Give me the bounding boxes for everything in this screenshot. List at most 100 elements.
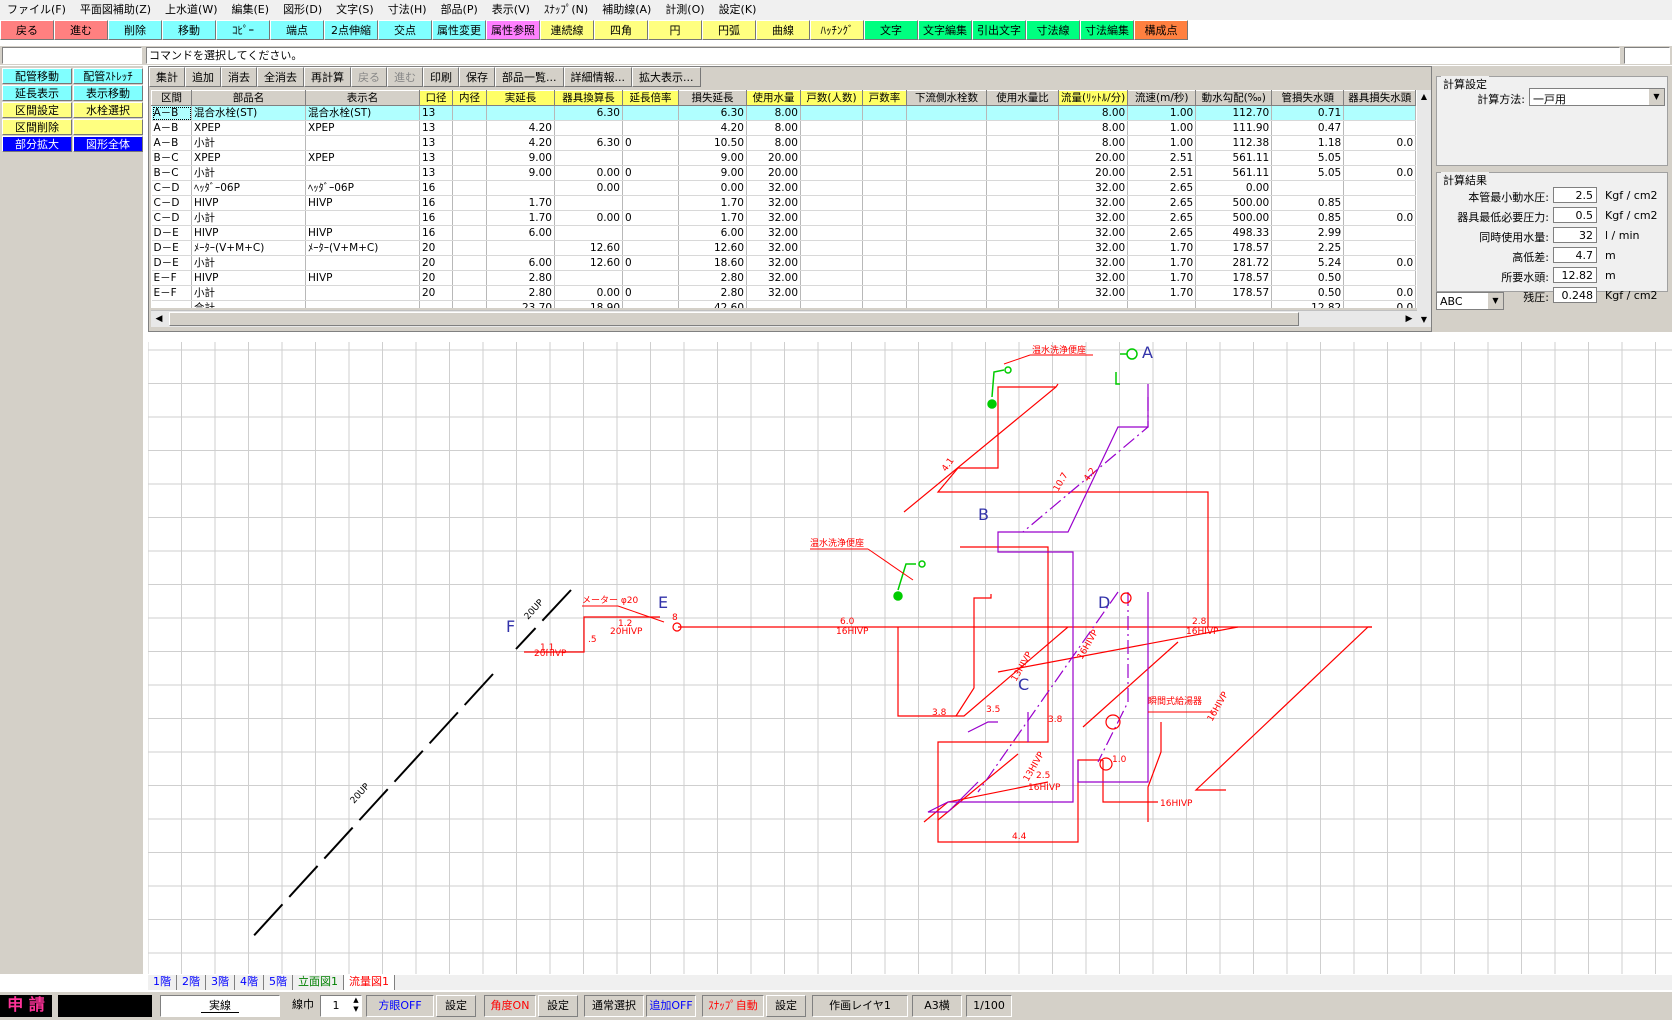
- table-cell[interactable]: [452, 255, 487, 271]
- table-row[interactable]: D－E 小計 20 6.00 12.60 0 18.60 32.00 32.00 1.70 281.…: [151, 255, 1417, 271]
- sheet-tab[interactable]: 4階: [235, 975, 264, 990]
- table-cell[interactable]: 20: [419, 240, 453, 256]
- table-cell[interactable]: [906, 120, 987, 136]
- toolbar-button[interactable]: 文字編集: [918, 20, 972, 40]
- table-cell[interactable]: 32.00: [1058, 195, 1129, 211]
- table-cell[interactable]: 8.00: [746, 105, 801, 121]
- table-cell[interactable]: 13: [419, 150, 453, 166]
- toolbar-button[interactable]: ﾊｯﾁﾝｸﾞ: [810, 20, 864, 40]
- table-cell[interactable]: C－D: [151, 210, 192, 226]
- table-cell[interactable]: 2.51: [1127, 165, 1197, 181]
- toolbar-button[interactable]: 寸法編集: [1080, 20, 1134, 40]
- column-header[interactable]: 損失延長: [678, 90, 747, 106]
- column-header[interactable]: 実延長: [486, 90, 555, 106]
- table-cell[interactable]: 178.57: [1195, 270, 1273, 286]
- line-type-select[interactable]: 実線: [160, 995, 280, 1017]
- table-cell[interactable]: D－E: [151, 240, 192, 256]
- table-cell[interactable]: 9.00: [486, 165, 555, 181]
- table-cell[interactable]: 32.00: [746, 225, 801, 241]
- table-cell[interactable]: [800, 150, 863, 166]
- table-cell[interactable]: [800, 195, 863, 211]
- toolbar-button[interactable]: 端点: [270, 20, 324, 40]
- table-cell[interactable]: 178.57: [1195, 240, 1273, 256]
- table-cell[interactable]: [906, 150, 987, 166]
- table-cell[interactable]: 498.33: [1195, 225, 1273, 241]
- table-cell[interactable]: [862, 105, 907, 121]
- table-cell[interactable]: 0.00: [678, 180, 747, 196]
- table-cell[interactable]: [800, 225, 863, 241]
- table-cell[interactable]: 16: [419, 210, 453, 226]
- table-cell[interactable]: [554, 225, 623, 241]
- table-cell[interactable]: [800, 180, 863, 196]
- table-cell[interactable]: [906, 180, 987, 196]
- table-cell[interactable]: 0.71: [1271, 105, 1345, 121]
- scroll-thumb[interactable]: [169, 312, 1299, 326]
- table-row[interactable]: C－D HIVP HIVP 16 1.70 1.70 32.00 32.00 2.65 500.0…: [151, 195, 1417, 211]
- table-cell[interactable]: 20: [419, 255, 453, 271]
- chevron-down-icon[interactable]: ▼: [1488, 293, 1503, 309]
- table-cell[interactable]: [305, 135, 420, 151]
- table-cell[interactable]: 1.70: [678, 195, 747, 211]
- table-cell[interactable]: 4.20: [486, 120, 555, 136]
- toolbar-button[interactable]: 寸法線: [1026, 20, 1080, 40]
- table-cell[interactable]: [622, 300, 679, 308]
- column-header[interactable]: 流量(ﾘｯﾄﾙ/分): [1057, 90, 1129, 106]
- side-button[interactable]: 区間削除: [2, 119, 72, 135]
- table-cell[interactable]: D－E: [151, 255, 192, 271]
- table-cell[interactable]: [800, 210, 863, 226]
- table-cell[interactable]: [906, 285, 987, 301]
- drawing-canvas[interactable]: A B C D E F 温水洗浄便座 温水洗浄便座 メーター φ20 瞬間式給湯…: [148, 342, 1672, 974]
- table-cell[interactable]: [986, 150, 1059, 166]
- toolbar-button[interactable]: 削除: [108, 20, 162, 40]
- table-cell[interactable]: [986, 135, 1059, 151]
- table-cell[interactable]: 2.51: [1127, 150, 1197, 166]
- table-cell[interactable]: [305, 165, 420, 181]
- table-cell[interactable]: [800, 240, 863, 256]
- table-row[interactable]: B－C 小計 13 9.00 0.00 0 9.00 20.00 20.00 2.51 561.11…: [151, 165, 1417, 181]
- table-cell[interactable]: 0.0: [1343, 210, 1417, 226]
- menu-item[interactable]: 計測(O): [658, 0, 711, 20]
- table-cell[interactable]: [419, 300, 453, 308]
- table-cell[interactable]: 小計: [191, 135, 306, 151]
- table-cell[interactable]: 0: [622, 285, 679, 301]
- table-cell[interactable]: [862, 210, 907, 226]
- table-cell[interactable]: 6.00: [486, 255, 555, 271]
- table-cell[interactable]: 0.0: [1343, 165, 1417, 181]
- table-row[interactable]: E－F 小計 20 2.80 0.00 0 2.80 32.00 32.00 1.70 178.57…: [151, 285, 1417, 301]
- table-cell[interactable]: 0.0: [1343, 255, 1417, 271]
- menu-item[interactable]: 編集(E): [225, 0, 277, 20]
- table-cell[interactable]: [800, 105, 863, 121]
- table-cell[interactable]: 500.00: [1195, 210, 1273, 226]
- sheet-tab[interactable]: 1階: [148, 975, 177, 990]
- table-cell[interactable]: 1.00: [1127, 105, 1197, 121]
- table-cell[interactable]: [862, 285, 907, 301]
- table-cell[interactable]: [986, 210, 1059, 226]
- table-cell[interactable]: [622, 240, 679, 256]
- table-cell[interactable]: [151, 300, 192, 308]
- table-cell[interactable]: 1.70: [486, 195, 555, 211]
- table-cell[interactable]: 5.24: [1271, 255, 1345, 271]
- scroll-left-icon[interactable]: ◀: [151, 311, 167, 327]
- menu-item[interactable]: 設定(K): [712, 0, 764, 20]
- menu-item[interactable]: ファイル(F): [0, 0, 73, 20]
- table-cell[interactable]: 4.20: [486, 135, 555, 151]
- table-cell[interactable]: C－D: [151, 180, 192, 196]
- table-cell[interactable]: [452, 300, 487, 308]
- toolbar-button[interactable]: 引出文字: [972, 20, 1026, 40]
- toolbar-button[interactable]: 2点伸縮: [324, 20, 378, 40]
- table-cell[interactable]: 2.65: [1127, 195, 1197, 211]
- table-tool-button[interactable]: 全消去: [257, 67, 304, 87]
- table-cell[interactable]: [1195, 300, 1273, 308]
- table-cell[interactable]: HIVP: [305, 270, 420, 286]
- column-header[interactable]: 器具損失水頭: [1343, 90, 1417, 106]
- table-cell[interactable]: [986, 270, 1059, 286]
- table-cell[interactable]: [986, 180, 1059, 196]
- chevron-down-icon[interactable]: ▼: [1649, 89, 1664, 105]
- table-tool-button[interactable]: 保存: [459, 67, 495, 87]
- ortho-toggle[interactable]: 方眼OFF: [366, 995, 434, 1017]
- table-cell[interactable]: 8.00: [746, 120, 801, 136]
- table-cell[interactable]: [452, 240, 487, 256]
- table-cell[interactable]: [452, 270, 487, 286]
- table-tool-button[interactable]: 印刷: [423, 67, 459, 87]
- table-cell[interactable]: 1.70: [1127, 270, 1197, 286]
